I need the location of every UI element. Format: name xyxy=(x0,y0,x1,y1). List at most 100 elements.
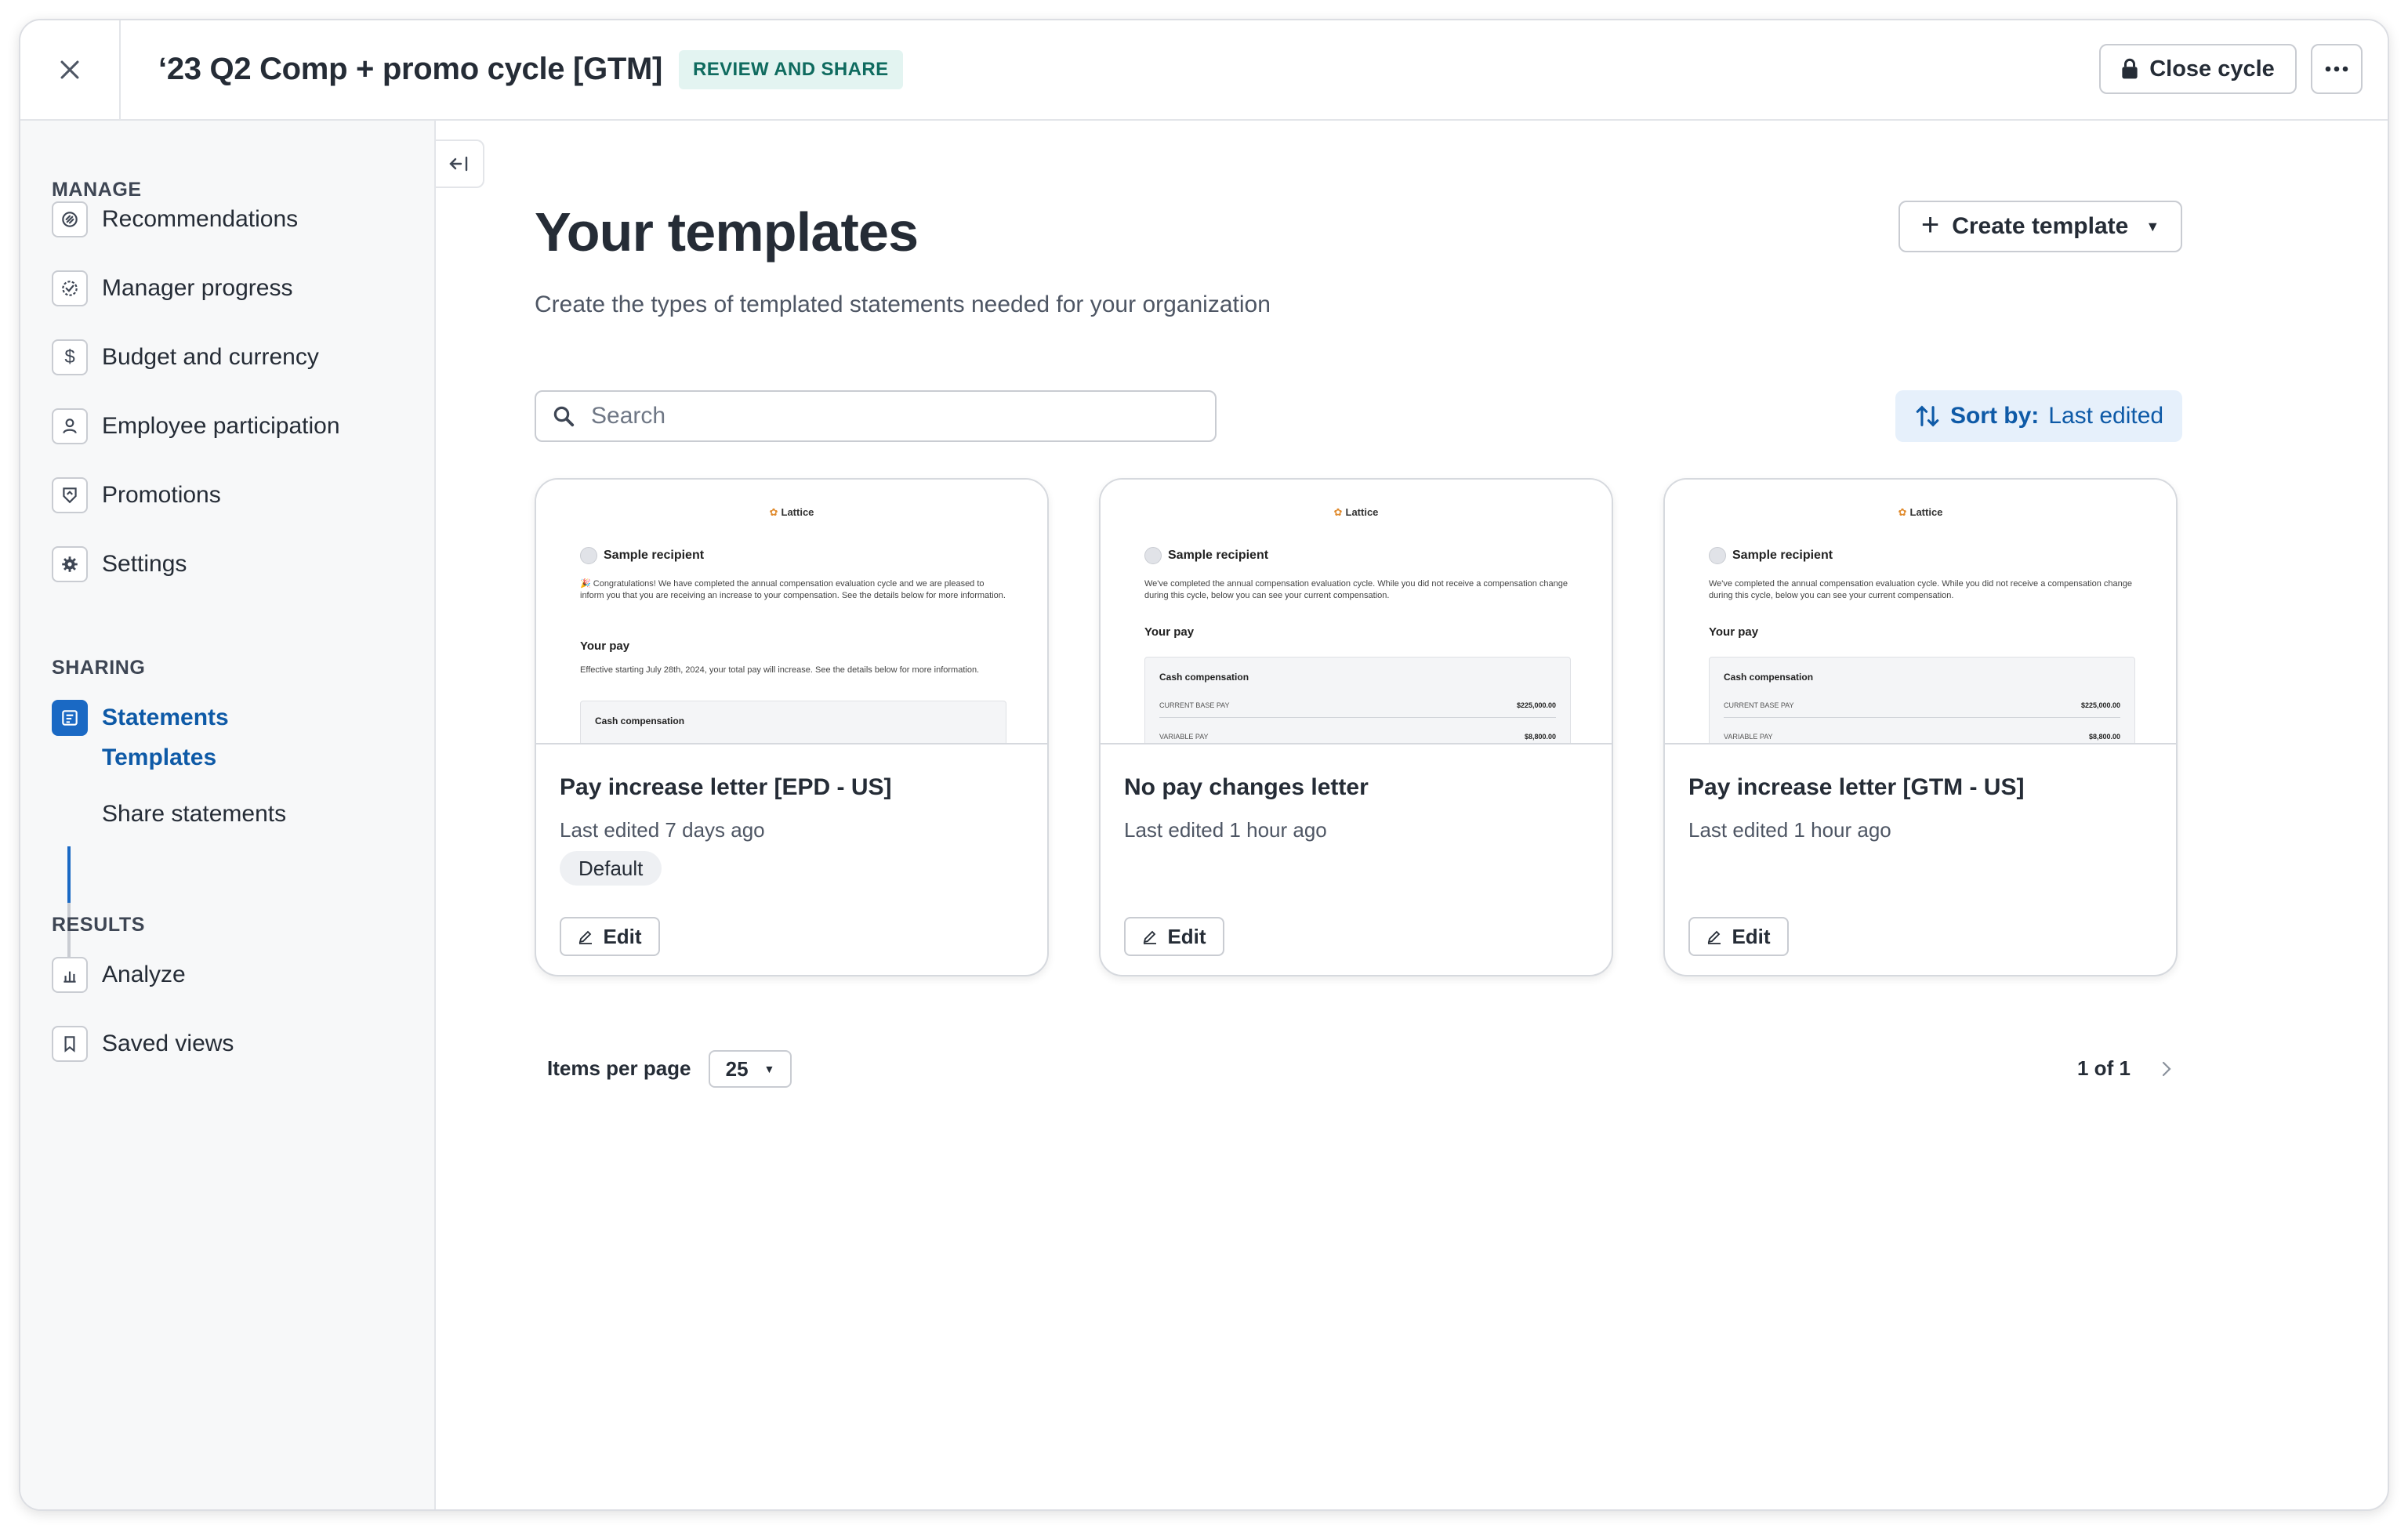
lock-icon xyxy=(2122,58,2138,79)
sidebar-item-settings[interactable]: Settings xyxy=(52,544,187,585)
sidebar: MANAGE Recommendations Manager progress … xyxy=(20,121,436,1509)
preview-section-heading: Your pay xyxy=(580,639,630,653)
collapse-sidebar-button[interactable] xyxy=(436,139,484,188)
preview-intro: 🎉 Congratulations! We have completed the… xyxy=(580,579,1006,600)
sidebar-item-label: Saved views xyxy=(102,1031,234,1056)
page-title: Your templates xyxy=(535,201,919,263)
collapse-left-icon xyxy=(449,156,468,172)
promotion-badge-icon xyxy=(52,477,88,513)
preview-recipient: Sample recipient xyxy=(1144,547,1268,564)
preview-box-title: Cash compensation xyxy=(1159,672,1249,683)
sidebar-item-budget[interactable]: $ Budget and currency xyxy=(52,337,319,378)
template-card[interactable]: ✿ Lattice Sample recipient We've complete… xyxy=(1099,478,1613,976)
section-label-manage: MANAGE xyxy=(52,179,142,201)
card-last-edited: Last edited 7 days ago xyxy=(560,818,765,842)
progress-check-icon xyxy=(52,270,88,306)
plus-icon: + xyxy=(1920,208,1940,242)
sidebar-item-employee-participation[interactable]: Employee participation xyxy=(52,406,340,447)
create-template-button[interactable]: + Create template ▼ xyxy=(1898,201,2182,252)
preview-compensation-box: Cash compensation CURRENT BASE PAY $225,0… xyxy=(1709,657,2135,743)
avatar xyxy=(1709,547,1726,564)
sidebar-item-label: Statements xyxy=(102,705,229,730)
more-horizontal-icon xyxy=(2325,66,2348,72)
preview-logo: ✿ Lattice xyxy=(1898,506,1943,518)
next-page-button[interactable] xyxy=(2151,1053,2182,1085)
sidebar-item-label: Promotions xyxy=(102,482,221,508)
card-last-edited: Last edited 1 hour ago xyxy=(1124,818,1327,842)
items-per-page-select[interactable]: 25 ▼ xyxy=(709,1050,792,1088)
pencil-icon xyxy=(579,930,593,944)
sidebar-item-statements[interactable]: Statements xyxy=(52,697,229,738)
chevron-right-icon xyxy=(2162,1061,2171,1077)
pencil-icon xyxy=(1708,930,1721,944)
subnav-item-templates[interactable]: Templates xyxy=(102,744,216,771)
sort-prefix: Sort by: xyxy=(1949,403,2040,429)
preview-intro: We've completed the annual compensation … xyxy=(1144,579,1568,600)
sidebar-item-label: Employee participation xyxy=(102,413,340,439)
person-icon xyxy=(52,408,88,444)
dollar-icon: $ xyxy=(52,339,88,375)
preview-recipient: Sample recipient xyxy=(580,547,704,564)
search-input[interactable] xyxy=(591,403,1187,429)
sidebar-item-promotions[interactable]: Promotions xyxy=(52,475,221,516)
preview-intro: We've completed the annual compensation … xyxy=(1709,579,2132,600)
preview-row: CURRENT BASE PAY $225,000.00 xyxy=(1159,701,1556,718)
card-last-edited: Last edited 1 hour ago xyxy=(1688,818,1891,842)
preview-row: VARIABLE PAY $8,800.00 xyxy=(1724,733,2120,743)
edit-label: Edit xyxy=(1732,924,1771,948)
template-card[interactable]: ✿ Lattice Sample recipient We've complete… xyxy=(1663,478,2178,976)
sidebar-item-label: Budget and currency xyxy=(102,344,319,370)
more-options-button[interactable] xyxy=(2311,44,2363,94)
caret-down-icon: ▼ xyxy=(2145,218,2160,234)
preview-recipient: Sample recipient xyxy=(1709,547,1833,564)
edit-button[interactable]: Edit xyxy=(1688,917,1789,956)
page-subtitle: Create the types of templated statements… xyxy=(535,292,1271,317)
sidebar-item-manager-progress[interactable]: Manager progress xyxy=(52,268,292,309)
card-title: Pay increase letter [GTM - US] xyxy=(1688,774,2025,800)
app-window: ‘23 Q2 Comp + promo cycle [GTM] REVIEW A… xyxy=(19,19,2389,1511)
avatar xyxy=(580,547,597,564)
preview-compensation-box: Cash compensation CURRENT BASE PAY $225,0… xyxy=(1144,657,1571,743)
top-header: ‘23 Q2 Comp + promo cycle [GTM] REVIEW A… xyxy=(20,20,2388,121)
items-per-page-value: 25 xyxy=(725,1056,749,1081)
gear-icon xyxy=(52,546,88,582)
create-template-label: Create template xyxy=(1952,213,2129,239)
sidebar-item-saved-views[interactable]: Saved views xyxy=(52,1023,234,1064)
caret-down-icon: ▼ xyxy=(763,1063,775,1075)
cycle-title: ‘23 Q2 Comp + promo cycle [GTM] xyxy=(158,52,663,86)
section-label-results: RESULTS xyxy=(52,914,146,936)
template-card[interactable]: ✿ Lattice Sample recipient 🎉 Congratulati… xyxy=(535,478,1049,976)
sort-button[interactable]: Sort by: Last edited xyxy=(1895,390,2182,442)
close-icon[interactable] xyxy=(20,20,121,119)
avatar xyxy=(1144,547,1162,564)
default-badge: Default xyxy=(560,851,662,886)
bar-chart-icon xyxy=(52,957,88,993)
close-cycle-label: Close cycle xyxy=(2149,56,2275,82)
card-title: No pay changes letter xyxy=(1124,774,1369,800)
sidebar-item-recommendations[interactable]: Recommendations xyxy=(52,199,298,240)
close-cycle-button[interactable]: Close cycle xyxy=(2099,44,2297,94)
sidebar-item-label: Settings xyxy=(102,551,187,577)
edit-button[interactable]: Edit xyxy=(1124,917,1224,956)
subnav-active-indicator xyxy=(67,846,71,903)
statement-icon xyxy=(52,700,88,736)
preview-logo: ✿ Lattice xyxy=(1333,506,1379,518)
items-per-page-label: Items per page xyxy=(547,1056,691,1080)
edit-label: Edit xyxy=(603,924,642,948)
preview-section-text: Effective starting July 28th, 2024, your… xyxy=(580,665,980,675)
sidebar-item-analyze[interactable]: Analyze xyxy=(52,955,186,995)
edit-button[interactable]: Edit xyxy=(560,917,660,956)
preview-compensation-box: Cash compensation xyxy=(580,701,1006,743)
edit-label: Edit xyxy=(1167,924,1206,948)
subnav-item-share-statements[interactable]: Share statements xyxy=(102,801,286,828)
preview-row: VARIABLE PAY $8,800.00 xyxy=(1159,733,1556,743)
search-field[interactable] xyxy=(535,390,1217,442)
search-icon xyxy=(553,406,575,427)
link-icon xyxy=(52,201,88,237)
sidebar-item-label: Analyze xyxy=(102,962,186,987)
card-title: Pay increase letter [EPD - US] xyxy=(560,774,892,800)
sidebar-item-label: Manager progress xyxy=(102,275,293,301)
sort-arrows-icon xyxy=(1916,405,1939,427)
sort-value: Last edited xyxy=(2048,403,2164,429)
lattice-logo-icon: ✿ xyxy=(769,506,778,518)
